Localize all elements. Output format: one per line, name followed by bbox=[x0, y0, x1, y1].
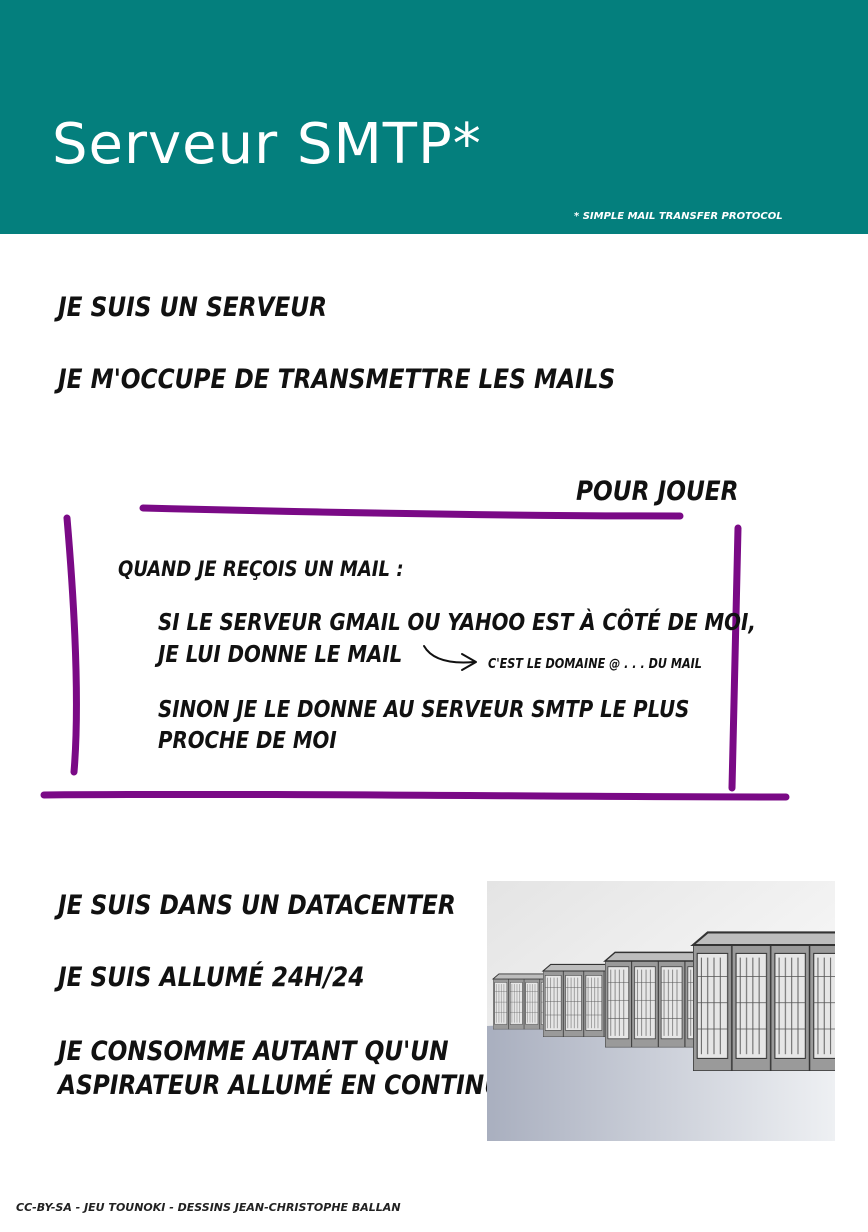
rule-1-line-1: SI LE SERVEUR GMAIL OU YAHOO EST À CÔTÉ … bbox=[158, 610, 756, 636]
play-box-when: QUAND JE REÇOIS UN MAIL : bbox=[118, 557, 404, 581]
datacenter-illustration bbox=[487, 881, 835, 1141]
server-racks-icon bbox=[487, 881, 835, 1141]
rule-2-line-2: PROCHE DE MOI bbox=[158, 728, 337, 754]
fact-line-2: JE SUIS ALLUMÉ 24H/24 bbox=[58, 962, 365, 993]
fact-line-1: JE SUIS DANS UN DATACENTER bbox=[58, 890, 456, 921]
domain-annotation: C'EST LE DOMAINE @ . . . DU MAIL bbox=[488, 657, 702, 672]
play-box-label: POUR JOUER bbox=[576, 476, 739, 507]
fact-line-4: ASPIRATEUR ALLUMÉ EN CONTINU. bbox=[58, 1070, 512, 1101]
credits: CC-BY-SA - JEU TOUNOKI - DESSINS JEAN-CH… bbox=[16, 1201, 401, 1214]
rule-1-line-2: JE LUI DONNE LE MAIL bbox=[158, 642, 403, 668]
fact-line-3: JE CONSOMME AUTANT QU'UN bbox=[58, 1036, 449, 1067]
rule-2-line-1: SINON JE LE DONNE AU SERVEUR SMTP LE PLU… bbox=[158, 697, 690, 723]
